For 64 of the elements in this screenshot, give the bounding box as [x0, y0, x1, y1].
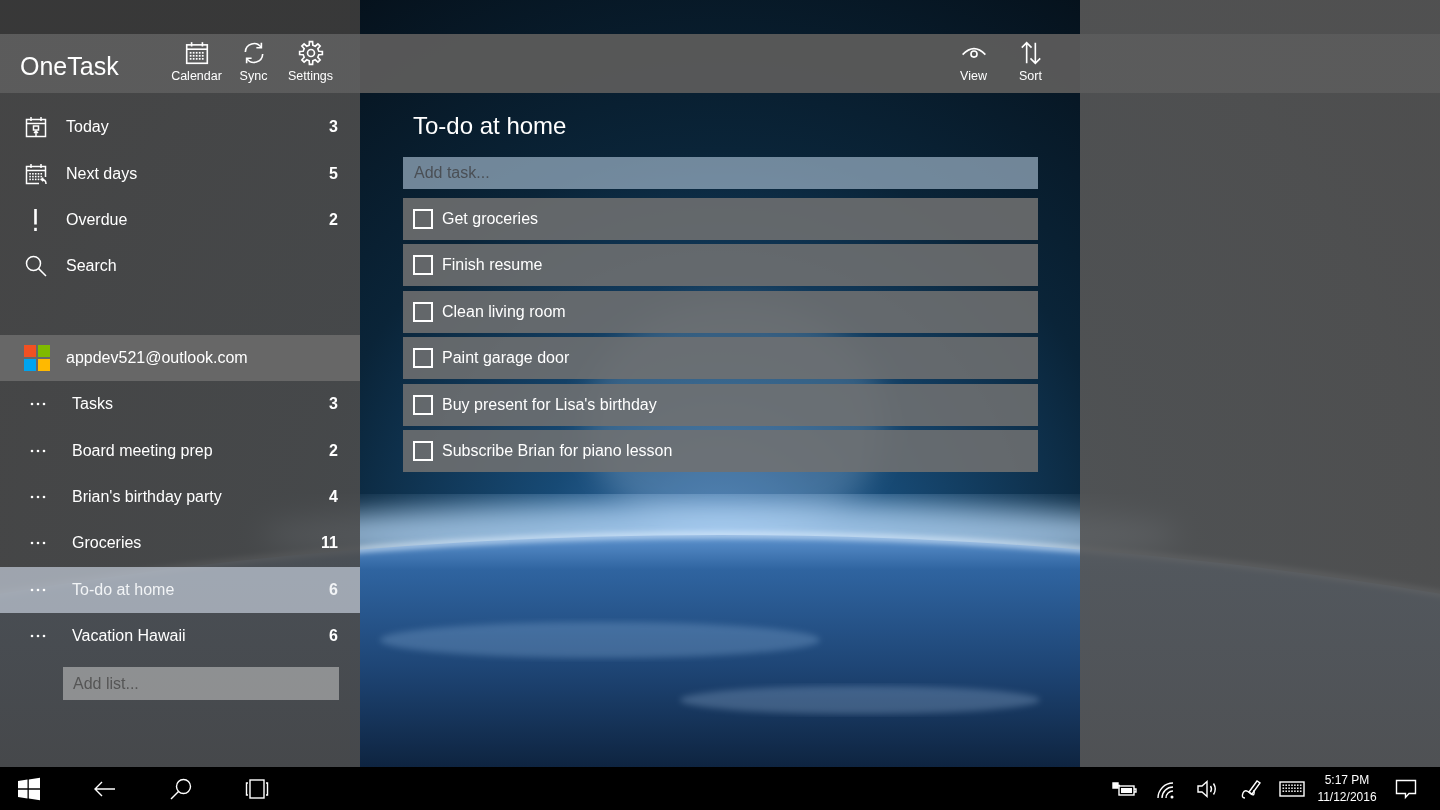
item-count: 3 [329, 118, 338, 137]
more-icon[interactable] [30, 448, 46, 453]
task-row[interactable]: Subscribe Brian for piano lesson [403, 429, 1038, 472]
task-label: Subscribe Brian for piano lesson [442, 441, 673, 460]
list-item[interactable]: Tasks 3 [0, 380, 360, 428]
clock-date[interactable]: 11/12/2016 [1317, 788, 1377, 806]
list-item[interactable]: Brian's birthday party 4 [0, 473, 360, 521]
task-label: Buy present for Lisa's birthday [442, 395, 657, 414]
search-icon[interactable] [169, 776, 193, 801]
nav-item[interactable]: Next days 5 [0, 150, 360, 197]
checkbox[interactable] [413, 440, 433, 461]
nav-item[interactable]: Search [0, 243, 360, 290]
item-count: 5 [329, 164, 338, 183]
checkbox[interactable] [413, 301, 433, 322]
task-row[interactable]: Get groceries [403, 198, 1038, 240]
task-row[interactable]: Finish resume [403, 244, 1038, 287]
task-label: Paint garage door [442, 349, 570, 368]
view-button[interactable]: View [945, 34, 1002, 93]
checkbox[interactable] [413, 348, 433, 369]
task-row[interactable]: Clean living room [403, 290, 1038, 333]
checkbox[interactable] [413, 255, 433, 276]
task-row[interactable]: Buy present for Lisa's birthday [403, 383, 1038, 426]
item-count: 6 [329, 580, 338, 599]
item-count: 3 [329, 395, 338, 414]
task-label: Finish resume [442, 256, 543, 275]
item-count: 4 [329, 487, 338, 506]
more-icon[interactable] [30, 402, 46, 407]
task-label: Get groceries [442, 210, 539, 228]
list-item[interactable]: Board meeting prep 2 [0, 427, 360, 474]
add-task-field[interactable]: Add task... [403, 157, 1038, 189]
settings-button[interactable]: Settings [282, 34, 339, 93]
settings-icon [297, 40, 324, 66]
item-count: 2 [329, 441, 338, 460]
checkbox[interactable] [413, 209, 433, 229]
checkbox[interactable] [413, 394, 433, 415]
task-row[interactable]: Paint garage door [403, 337, 1038, 380]
account-email: appdev521@outlook.com [66, 348, 248, 367]
speech-bubble-icon[interactable] [1395, 777, 1417, 800]
sort-button[interactable]: Sort [1002, 34, 1059, 93]
four-square-logo-icon [24, 344, 50, 371]
list-item[interactable]: Groceries 11 [0, 520, 360, 567]
list-title: To-do at home [413, 111, 567, 141]
nav-item[interactable]: Today 3 [0, 104, 360, 151]
app-title: OneTask [20, 51, 119, 81]
calendar-button[interactable]: Calendar [168, 34, 225, 93]
task-label: Clean living room [442, 302, 566, 321]
item-count: 11 [321, 534, 338, 553]
item-count: 6 [329, 627, 338, 646]
sync-button[interactable]: Sync [225, 34, 282, 93]
calendar-marker-icon [24, 115, 48, 140]
nav-item[interactable]: Overdue 2 [0, 196, 360, 244]
calendar-icon [183, 40, 210, 66]
search-icon [24, 254, 48, 279]
task-view-icon[interactable] [245, 776, 269, 801]
start-icon[interactable] [17, 776, 41, 801]
more-icon[interactable] [30, 634, 46, 639]
more-icon[interactable] [30, 494, 46, 499]
exclamation-icon [34, 208, 37, 231]
list-item[interactable]: Vacation Hawaii 6 [0, 612, 360, 660]
item-count: 2 [329, 210, 338, 229]
more-icon[interactable] [30, 541, 46, 546]
clock-time[interactable]: 5:17 PM [1324, 771, 1370, 789]
add-list-field[interactable]: Add list... [63, 667, 339, 701]
calendar-arrow-icon [24, 161, 48, 186]
